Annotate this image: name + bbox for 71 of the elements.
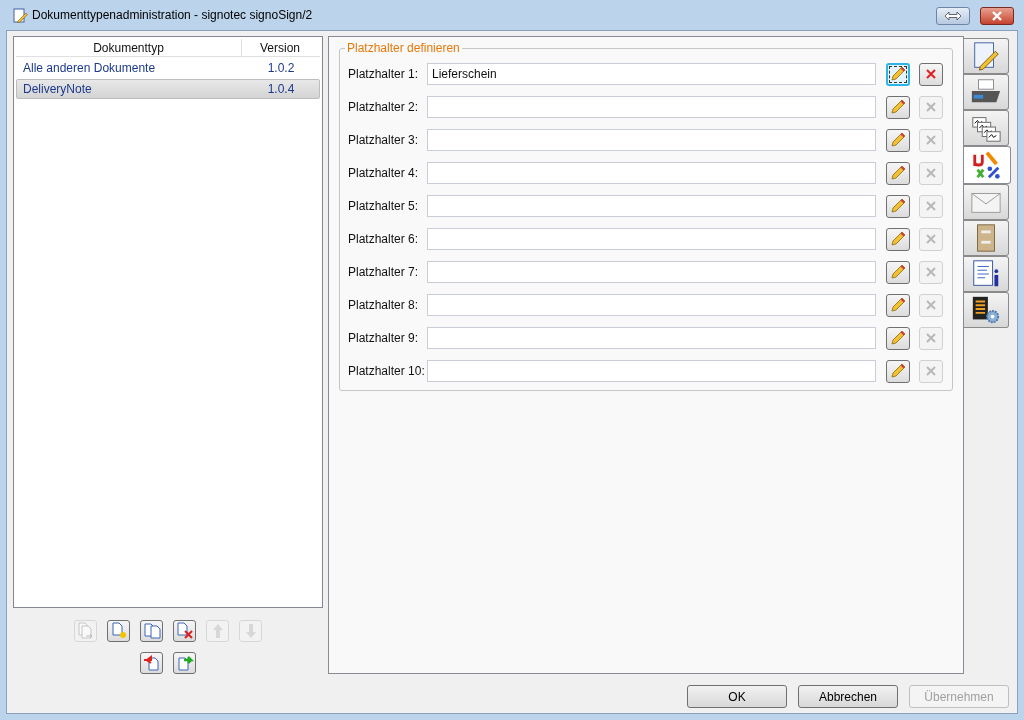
placeholder-field[interactable]: Lieferschein [427, 63, 876, 85]
close-icon [926, 69, 936, 79]
toolbar-button[interactable] [107, 620, 130, 642]
placeholder-field[interactable] [427, 261, 876, 283]
pencil-icon [890, 330, 906, 346]
placeholder-field[interactable] [427, 129, 876, 151]
document-pen-icon [12, 7, 28, 23]
pencil-icon [890, 363, 906, 379]
pencil-icon [890, 231, 906, 247]
pencil-icon [890, 264, 906, 280]
delete-document-icon [174, 621, 195, 641]
placeholder-field[interactable] [427, 96, 876, 118]
window-title: Dokumenttypenadministration - signotec signoSign/2 [32, 7, 313, 24]
close-icon [926, 201, 936, 211]
placeholder-label: Platzhalter 2: [348, 99, 420, 116]
toolbar-button[interactable] [140, 652, 163, 674]
side-tab[interactable] [964, 256, 1009, 292]
close-button[interactable] [980, 7, 1014, 25]
column-header[interactable]: Version [242, 39, 318, 56]
placeholder-label: Platzhalter 10: [348, 363, 426, 380]
pencil-icon [890, 66, 906, 82]
pencil-icon [890, 297, 906, 313]
side-tab[interactable] [964, 146, 1011, 184]
close-icon [926, 333, 936, 343]
close-icon [926, 366, 936, 376]
placeholder-field[interactable] [427, 360, 876, 382]
placeholder-label: Platzhalter 6: [348, 231, 420, 248]
close-icon [926, 102, 936, 112]
placeholder-label: Platzhalter 4: [348, 165, 420, 182]
pencil-icon [890, 165, 906, 181]
delete-button[interactable] [919, 62, 943, 86]
close-icon [926, 135, 936, 145]
toolbar-button[interactable] [173, 652, 196, 674]
column-header[interactable]: Dokumenttyp [16, 39, 242, 56]
placeholder-label: Platzhalter 7: [348, 264, 420, 281]
side-tab[interactable] [964, 292, 1009, 328]
resize-button[interactable] [936, 7, 970, 25]
placeholder-field[interactable] [427, 294, 876, 316]
close-icon [926, 300, 936, 310]
import-icon [141, 653, 162, 673]
dialog-button[interactable]: Abbrechen [798, 685, 898, 708]
pencil-icon [890, 99, 906, 115]
placeholder-label: Platzhalter 1: [348, 66, 420, 83]
document-type-name: DeliveryNote [22, 81, 93, 98]
pencil-icon [890, 132, 906, 148]
resize-icon [944, 11, 962, 21]
placeholder-label: Platzhalter 5: [348, 198, 420, 215]
placeholder-field[interactable] [427, 228, 876, 250]
placeholder-field[interactable] [427, 327, 876, 349]
group-title: Platzhalter definieren [345, 41, 462, 55]
close-icon [992, 11, 1002, 21]
toolbar-button[interactable] [173, 620, 196, 642]
dialog-button[interactable]: OK [687, 685, 787, 708]
close-icon [926, 267, 936, 277]
copy-icon [141, 621, 162, 641]
toolbar-button[interactable] [140, 620, 163, 642]
list-row[interactable]: Alle anderen Dokumente 1.0.2 [16, 58, 320, 78]
edit-button[interactable] [886, 62, 910, 86]
list-row[interactable]: DeliveryNote 1.0.4 [16, 79, 320, 99]
pencil-icon [890, 198, 906, 214]
placeholder-label: Platzhalter 9: [348, 330, 420, 347]
side-tab[interactable] [964, 74, 1009, 110]
version-number: 1.0.4 [266, 81, 296, 98]
version-number: 1.0.2 [266, 60, 296, 77]
close-icon [926, 168, 936, 178]
placeholder-field[interactable] [427, 162, 876, 184]
close-icon [926, 234, 936, 244]
placeholder-field[interactable] [427, 195, 876, 217]
placeholder-label: Platzhalter 3: [348, 132, 420, 149]
placeholder-label: Platzhalter 8: [348, 297, 420, 314]
document-type-name: Alle anderen Dokumente [22, 60, 157, 77]
